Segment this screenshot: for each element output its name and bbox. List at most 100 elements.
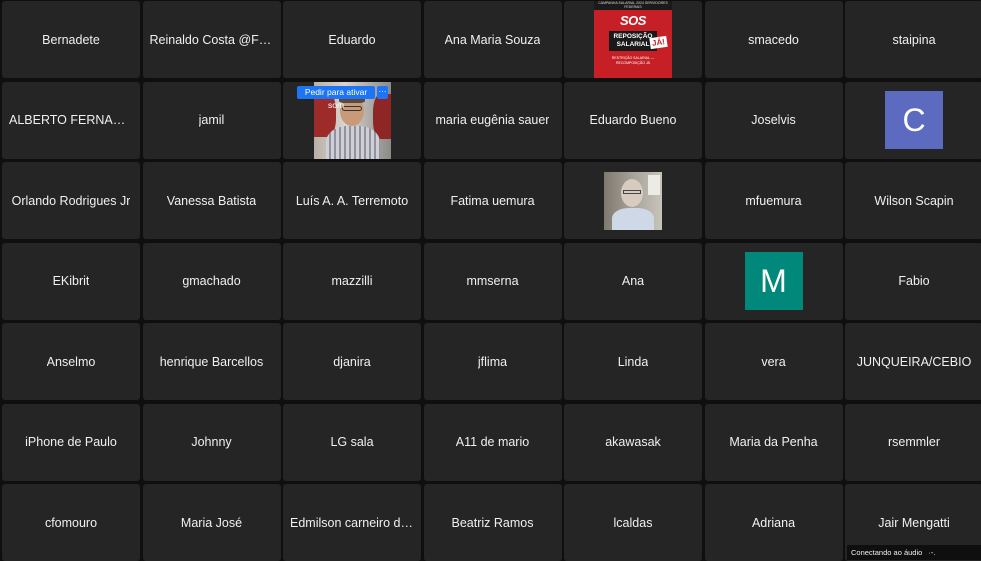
participant-tile[interactable]: Linda — [564, 323, 702, 400]
participant-tile[interactable]: Joselvis — [704, 81, 843, 159]
poster-title-line1: REPOSIÇÃO — [613, 33, 653, 40]
participant-name: Edmilson carneiro de Souza — [290, 515, 414, 530]
poster-ja: JÁ! — [649, 35, 668, 50]
participant-name: cfomouro — [44, 515, 98, 530]
participant-tile[interactable]: cfomouro — [2, 484, 140, 561]
participant-gallery: Bernadete Reinaldo Costa @Fortaleza Eduard… — [2, 1, 981, 561]
participant-name: Maria da Penha — [729, 435, 818, 449]
participant-tile[interactable]: Eduardo Bueno — [564, 81, 702, 159]
participant-name: A11 de mario — [455, 435, 530, 449]
participant-tile[interactable]: djanira — [283, 323, 421, 400]
participant-tile[interactable]: Orlando Rodrigues Jr — [2, 162, 140, 239]
audio-status-dots: ·-. — [928, 548, 936, 557]
participant-tile[interactable]: Maria da Penha — [704, 403, 843, 481]
participant-tile[interactable]: A11 de mario — [423, 403, 562, 481]
participant-name: Reinaldo Costa @Fortaleza — [149, 32, 274, 47]
participant-name: Jair Mengatti — [878, 515, 950, 530]
participant-tile[interactable]: rsemmler — [845, 403, 981, 481]
participant-name: iPhone de Paulo — [25, 435, 117, 449]
participant-name: Vanessa Batista — [166, 193, 257, 208]
participant-tile[interactable]: Vanessa Batista — [142, 162, 281, 239]
participant-tile[interactable]: JUNQUEIRA/CEBIO — [845, 323, 981, 400]
participant-name: Fatima uemura — [450, 193, 535, 208]
participant-name: jflima — [477, 354, 508, 369]
participant-name: Linda — [617, 354, 649, 369]
participant-tile[interactable]: iPhone de Paulo — [2, 403, 140, 481]
poster-fine-print: RESTRIÇÃO SALARIAL — RECOMPOSIÇÃO JÁ — [611, 56, 655, 65]
participant-tile[interactable]: Maria José — [142, 484, 281, 561]
participant-tile[interactable]: Ana Maria Souza — [423, 1, 562, 78]
participant-tile[interactable]: Adriana — [704, 484, 843, 561]
participant-tile[interactable]: Anselmo — [2, 323, 140, 400]
participant-name: Ana Maria Souza — [444, 32, 541, 47]
participant-name: Eduardo — [328, 32, 376, 47]
participant-tile[interactable]: Eduardo — [283, 1, 421, 78]
participant-tile[interactable]: gmachado — [142, 242, 281, 320]
participant-name: vera — [761, 354, 786, 369]
participant-name: Fabio — [898, 274, 930, 288]
participant-name: Bernadete — [42, 32, 100, 47]
audio-status-bar: Conectando ao áudio ·-. — [847, 545, 981, 560]
participant-name: LG sala — [330, 435, 374, 449]
participant-tile[interactable]: Beatriz Ramos — [423, 484, 562, 561]
participant-tile[interactable]: henrique Barcellos — [142, 323, 281, 400]
participant-name: rsemmler — [887, 435, 941, 449]
poster-sos: SOS — [620, 13, 646, 28]
participant-name: Maria José — [180, 515, 243, 530]
participant-profile-photo — [604, 171, 662, 230]
audio-status-text: Conectando ao áudio — [851, 548, 923, 557]
participant-name: Johnny — [191, 435, 232, 449]
participant-name: mfuemura — [745, 193, 802, 208]
participant-name: jamil — [198, 113, 225, 127]
participant-name: lcaldas — [613, 515, 653, 530]
participant-name: Joselvis — [751, 113, 796, 127]
participant-tile[interactable]: smacedo — [704, 1, 843, 78]
participant-tile[interactable]: maria eugênia sauer — [423, 81, 562, 159]
participant-initial-avatar: M — [744, 252, 803, 310]
participant-tile[interactable]: Reinaldo Costa @Fortaleza — [142, 1, 281, 78]
participant-tile[interactable]: Luís A. A. Terremoto — [283, 162, 421, 239]
participant-name: mazzilli — [331, 274, 373, 288]
participant-name: djanira — [333, 354, 371, 369]
participant-name: Eduardo Bueno — [589, 113, 677, 127]
poster-title-line2: SALARIAL — [616, 41, 650, 48]
participant-name: EKibrit — [52, 274, 90, 288]
participant-tile[interactable]: jflima — [423, 323, 562, 400]
participant-tile[interactable]: lcaldas — [564, 484, 702, 561]
participant-tile[interactable]: Bernadete — [2, 1, 140, 78]
participant-tile[interactable]: LG sala — [283, 403, 421, 481]
participant-tile[interactable]: ALBERTO FERNANDO — [2, 81, 140, 159]
participant-tile[interactable]: Wilson Scapin — [845, 162, 981, 239]
participant-tile[interactable]: Johnny — [142, 403, 281, 481]
participant-tile[interactable]: M — [704, 242, 843, 320]
participant-name: gmachado — [182, 274, 241, 288]
ask-to-unmute-button[interactable]: Pedir para ativar som — [297, 85, 375, 110]
participant-tile[interactable]: jamil — [142, 81, 281, 159]
participant-tile[interactable]: akawasak — [564, 403, 702, 481]
participant-tile[interactable]: mazzilli — [283, 242, 421, 320]
participant-tile[interactable] — [564, 162, 702, 239]
participant-name: Wilson Scapin — [874, 193, 954, 208]
participant-tile[interactable]: Fatima uemura — [423, 162, 562, 239]
participant-tile[interactable]: Ana — [564, 242, 702, 320]
participant-name: Ana — [621, 274, 645, 288]
poster-top-text: CAMPANHA SALARIAL 2024 SERVIDORES FEDERA… — [594, 1, 672, 10]
participant-tile[interactable]: Edmilson carneiro de Souza — [283, 484, 421, 561]
participant-name: ALBERTO FERNANDO — [9, 113, 133, 127]
participant-name: henrique Barcellos — [159, 354, 264, 369]
participant-name: Beatriz Ramos — [451, 515, 534, 530]
participant-tile[interactable]: CAMPANHA SALARIAL 2024 SERVIDORES FEDERA… — [564, 1, 702, 78]
participant-tile[interactable]: staipina — [845, 1, 981, 78]
participant-tile[interactable]: EKibrit — [2, 242, 140, 320]
participant-tile[interactable]: C — [845, 81, 981, 159]
participant-tile[interactable]: mfuemura — [704, 162, 843, 239]
participant-initial-avatar: C — [885, 91, 943, 149]
participant-tile[interactable]: mmserna — [423, 242, 562, 320]
more-options-icon[interactable]: ··· — [377, 85, 388, 99]
participant-tile[interactable]: Pedir para ativar som ··· — [283, 81, 421, 159]
participant-tile[interactable]: Fabio — [845, 242, 981, 320]
participant-name: Luís A. A. Terremoto — [295, 193, 409, 208]
participant-tile[interactable]: vera — [704, 323, 843, 400]
participant-name: JUNQUEIRA/CEBIO — [856, 354, 972, 369]
participant-name: mmserna — [466, 274, 519, 288]
